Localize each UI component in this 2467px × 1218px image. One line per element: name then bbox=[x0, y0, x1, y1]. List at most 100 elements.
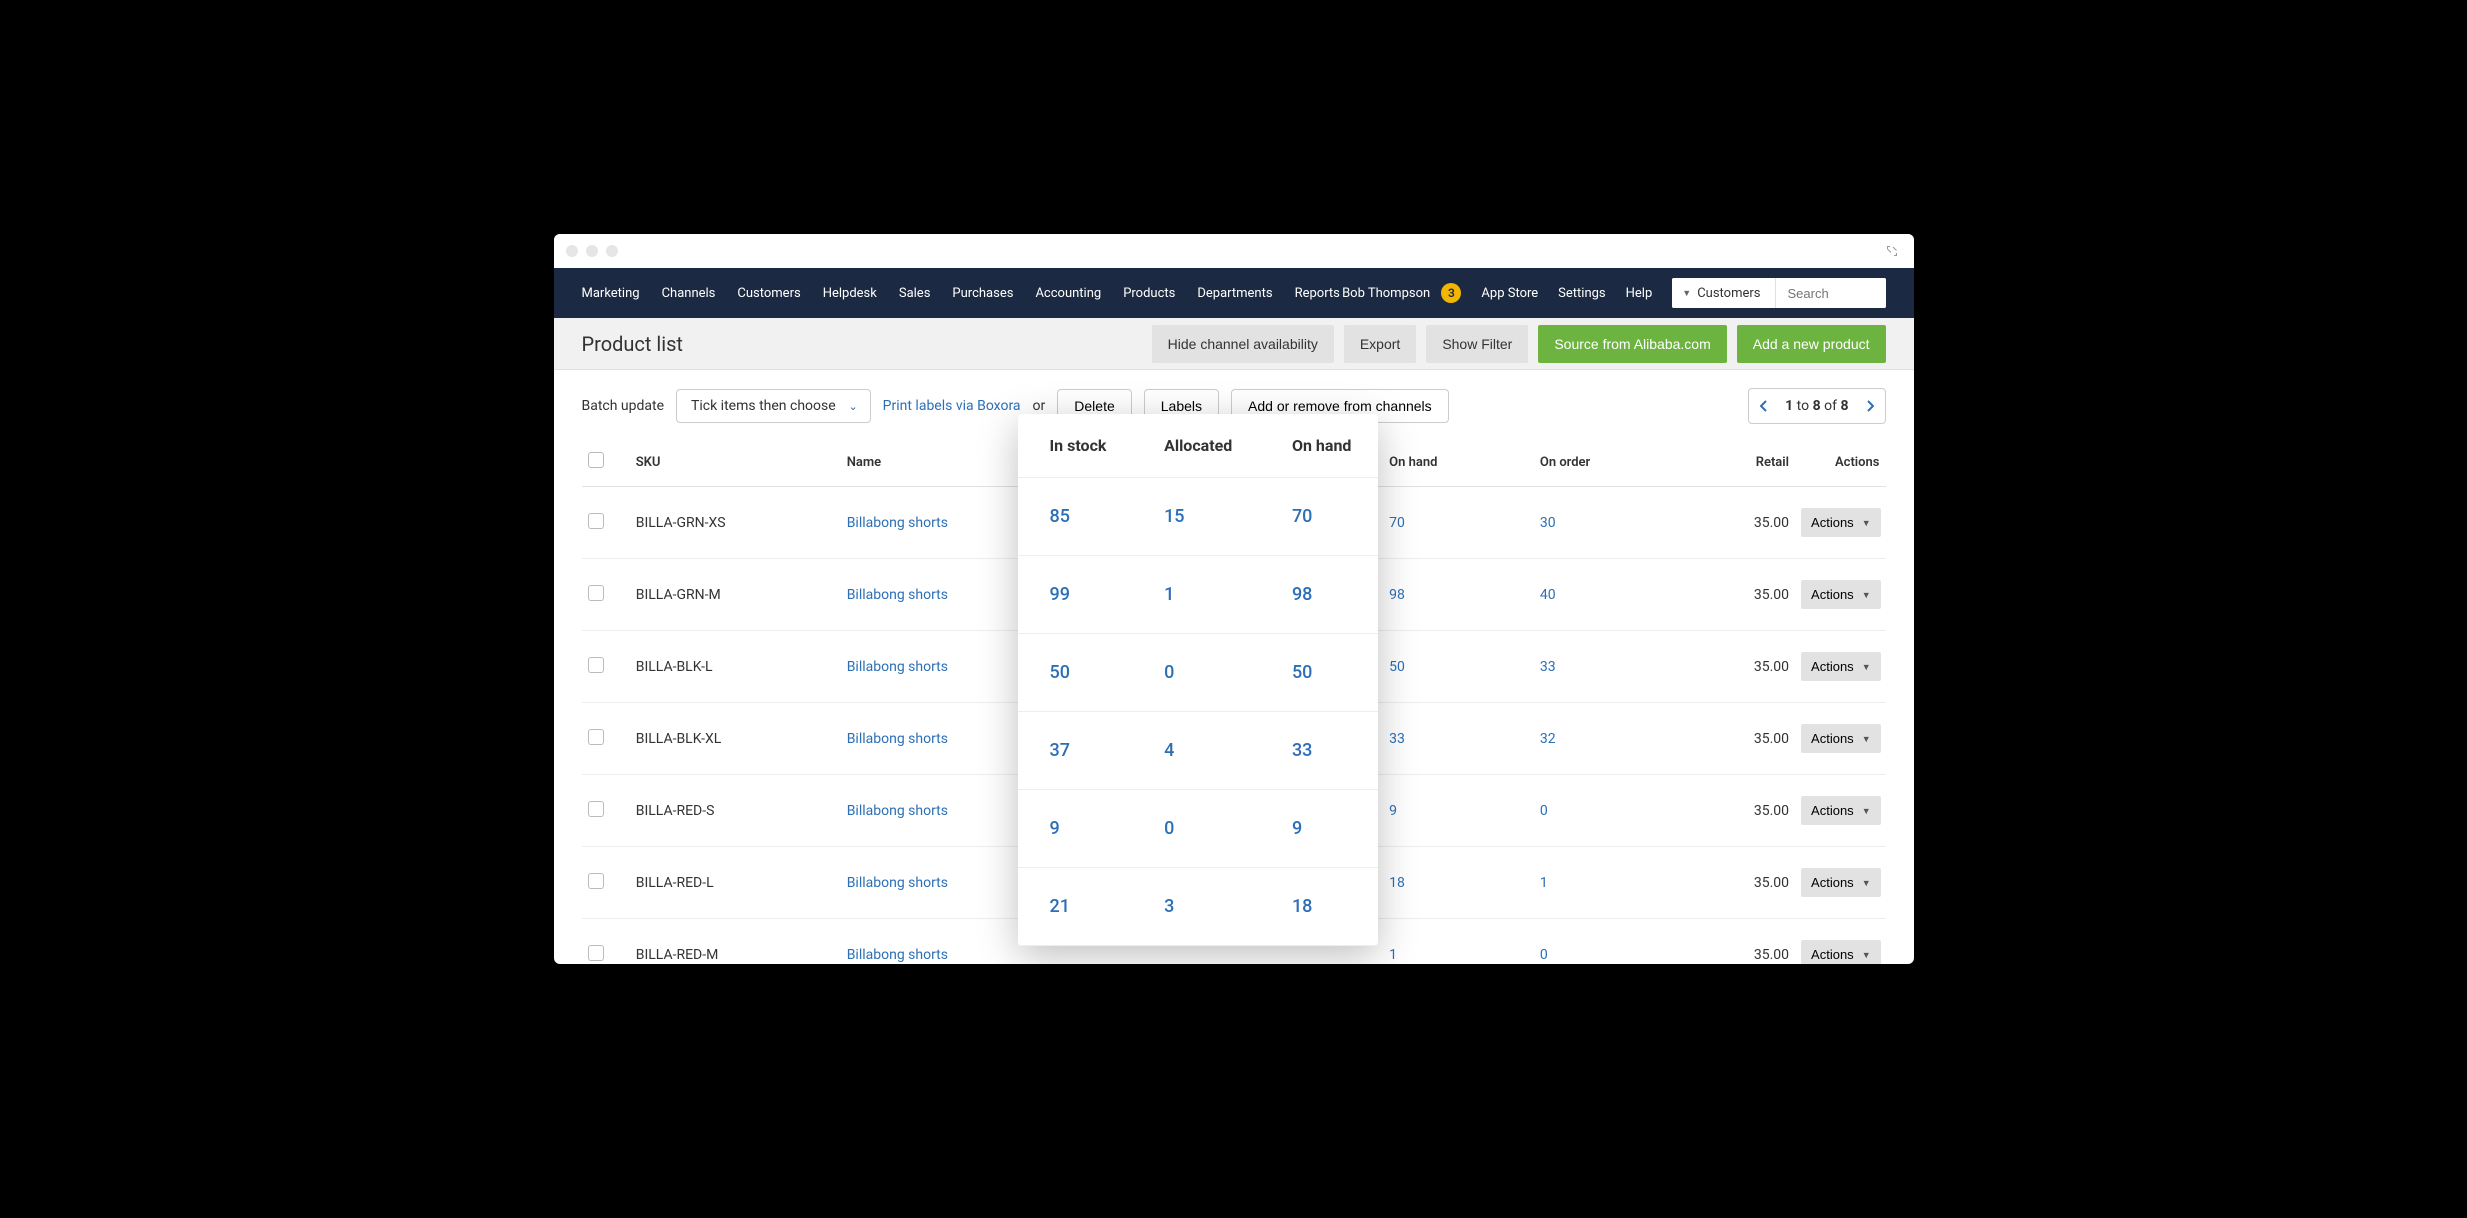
cell-sku: BILLA-RED-S bbox=[630, 775, 841, 847]
product-name-link[interactable]: Billabong shorts bbox=[847, 803, 948, 819]
search-input[interactable] bbox=[1776, 278, 1886, 308]
popup-row: 21318 bbox=[1018, 868, 1378, 946]
popup-row: 50050 bbox=[1018, 634, 1378, 712]
export-button[interactable]: Export bbox=[1344, 325, 1416, 363]
pager-next[interactable] bbox=[1855, 389, 1885, 423]
row-actions-button[interactable]: Actions ▼ bbox=[1801, 508, 1881, 537]
nav-reports[interactable]: Reports bbox=[1295, 286, 1340, 301]
user-name: Bob Thompson bbox=[1342, 286, 1430, 301]
on-order-value[interactable]: 32 bbox=[1540, 731, 1556, 747]
search-scope-select[interactable]: ▼ Customers bbox=[1672, 278, 1775, 308]
col-onhand[interactable]: On hand bbox=[1383, 442, 1534, 487]
retail-value: 35.00 bbox=[1664, 847, 1795, 919]
row-checkbox[interactable] bbox=[588, 873, 604, 889]
expand-window-icon[interactable] bbox=[1886, 245, 1898, 257]
on-order-value[interactable]: 0 bbox=[1540, 947, 1548, 963]
row-checkbox[interactable] bbox=[588, 657, 604, 673]
hide-channel-button[interactable]: Hide channel availability bbox=[1152, 325, 1334, 363]
pager-prev[interactable] bbox=[1749, 389, 1779, 423]
nav-help[interactable]: Help bbox=[1626, 286, 1653, 301]
popup-onhand: 98 bbox=[1260, 556, 1378, 634]
on-order-value[interactable]: 33 bbox=[1540, 659, 1556, 675]
nav-accounting[interactable]: Accounting bbox=[1035, 286, 1101, 301]
search-combo: ▼ Customers bbox=[1672, 278, 1885, 308]
popup-row: 909 bbox=[1018, 790, 1378, 868]
on-hand-value[interactable]: 33 bbox=[1389, 731, 1405, 747]
caret-down-icon: ▼ bbox=[1862, 878, 1871, 888]
popup-allocated: 0 bbox=[1132, 634, 1260, 712]
minimize-window-icon[interactable] bbox=[586, 245, 598, 257]
popup-instock: 9 bbox=[1018, 790, 1133, 868]
caret-down-icon: ▼ bbox=[1862, 662, 1871, 672]
on-hand-value[interactable]: 18 bbox=[1389, 875, 1405, 891]
nav-products[interactable]: Products bbox=[1123, 286, 1175, 301]
nav-sales[interactable]: Sales bbox=[899, 286, 931, 301]
pager-to: 8 bbox=[1813, 398, 1821, 414]
nav-helpdesk[interactable]: Helpdesk bbox=[823, 286, 877, 301]
retail-value: 35.00 bbox=[1664, 703, 1795, 775]
popup-instock: 50 bbox=[1018, 634, 1133, 712]
search-scope-label: Customers bbox=[1697, 286, 1760, 301]
user-menu[interactable]: Bob Thompson 3 bbox=[1342, 283, 1461, 303]
popup-col-allocated: Allocated bbox=[1132, 414, 1260, 478]
on-hand-value[interactable]: 98 bbox=[1389, 587, 1405, 603]
nav-appstore[interactable]: App Store bbox=[1481, 286, 1538, 301]
product-name-link[interactable]: Billabong shorts bbox=[847, 731, 948, 747]
row-checkbox[interactable] bbox=[588, 513, 604, 529]
on-order-value[interactable]: 30 bbox=[1540, 515, 1556, 531]
col-onorder[interactable]: On order bbox=[1534, 442, 1665, 487]
close-window-icon[interactable] bbox=[566, 245, 578, 257]
product-name-link[interactable]: Billabong shorts bbox=[847, 875, 948, 891]
nav-purchases[interactable]: Purchases bbox=[952, 286, 1013, 301]
product-name-link[interactable]: Billabong shorts bbox=[847, 947, 948, 963]
on-hand-value[interactable]: 1 bbox=[1389, 947, 1397, 963]
product-name-link[interactable]: Billabong shorts bbox=[847, 515, 948, 531]
cell-sku: BILLA-RED-M bbox=[630, 919, 841, 965]
popup-allocated: 0 bbox=[1132, 790, 1260, 868]
product-name-link[interactable]: Billabong shorts bbox=[847, 587, 948, 603]
row-checkbox[interactable] bbox=[588, 585, 604, 601]
col-retail[interactable]: Retail bbox=[1664, 442, 1795, 487]
caret-down-icon: ▼ bbox=[1862, 806, 1871, 816]
on-hand-value[interactable]: 9 bbox=[1389, 803, 1397, 819]
product-name-link[interactable]: Billabong shorts bbox=[847, 659, 948, 675]
row-actions-button[interactable]: Actions ▼ bbox=[1801, 580, 1881, 609]
nav-departments[interactable]: Departments bbox=[1197, 286, 1272, 301]
app-window: Marketing Channels Customers Helpdesk Sa… bbox=[554, 234, 1914, 964]
popup-allocated: 4 bbox=[1132, 712, 1260, 790]
row-actions-button[interactable]: Actions ▼ bbox=[1801, 940, 1881, 964]
batch-update-select[interactable]: Tick items then choose ⌄ bbox=[676, 389, 871, 423]
on-order-value[interactable]: 40 bbox=[1540, 587, 1556, 603]
on-hand-value[interactable]: 50 bbox=[1389, 659, 1405, 675]
nav-channels[interactable]: Channels bbox=[662, 286, 716, 301]
row-checkbox[interactable] bbox=[588, 945, 604, 961]
caret-down-icon: ▼ bbox=[1862, 590, 1871, 600]
retail-value: 35.00 bbox=[1664, 559, 1795, 631]
add-product-button[interactable]: Add a new product bbox=[1737, 325, 1886, 363]
row-checkbox[interactable] bbox=[588, 729, 604, 745]
nav-settings[interactable]: Settings bbox=[1558, 286, 1605, 301]
caret-down-icon: ▼ bbox=[1862, 950, 1871, 960]
nav-customers[interactable]: Customers bbox=[737, 286, 800, 301]
row-actions-button[interactable]: Actions ▼ bbox=[1801, 652, 1881, 681]
row-actions-button[interactable]: Actions ▼ bbox=[1801, 724, 1881, 753]
popup-onhand: 9 bbox=[1260, 790, 1378, 868]
on-order-value[interactable]: 1 bbox=[1540, 875, 1548, 891]
zoom-window-icon[interactable] bbox=[606, 245, 618, 257]
select-all-checkbox[interactable] bbox=[588, 452, 604, 468]
row-checkbox[interactable] bbox=[588, 801, 604, 817]
row-actions-button[interactable]: Actions ▼ bbox=[1801, 868, 1881, 897]
show-filter-button[interactable]: Show Filter bbox=[1426, 325, 1528, 363]
print-labels-link[interactable]: Print labels via Boxora bbox=[883, 398, 1021, 414]
retail-value: 35.00 bbox=[1664, 775, 1795, 847]
on-hand-value[interactable]: 70 bbox=[1389, 515, 1405, 531]
col-sku[interactable]: SKU bbox=[630, 442, 841, 487]
row-actions-button[interactable]: Actions ▼ bbox=[1801, 796, 1881, 825]
on-order-value[interactable]: 0 bbox=[1540, 803, 1548, 819]
source-alibaba-button[interactable]: Source from Alibaba.com bbox=[1538, 325, 1726, 363]
cell-sku: BILLA-GRN-M bbox=[630, 559, 841, 631]
popup-col-onhand: On hand bbox=[1260, 414, 1378, 478]
pager: 1 to 8 of 8 bbox=[1748, 388, 1885, 424]
nav-marketing[interactable]: Marketing bbox=[582, 286, 640, 301]
chevron-down-icon: ⌄ bbox=[848, 400, 857, 413]
